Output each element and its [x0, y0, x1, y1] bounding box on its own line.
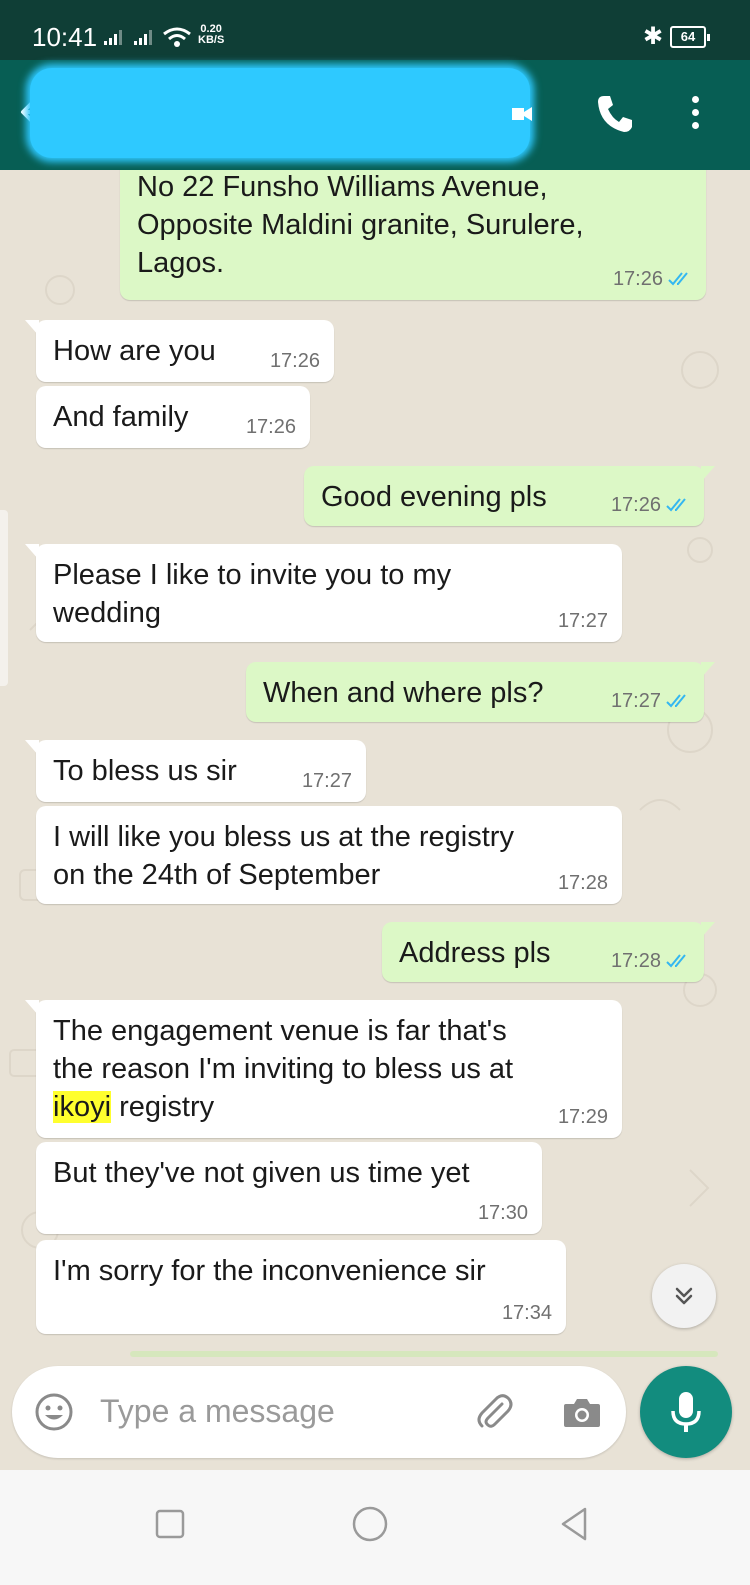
- message-incoming[interactable]: Please I like to invite you to my weddin…: [25, 544, 622, 642]
- partial-message-edge: [130, 1351, 718, 1357]
- message-time: 17:27: [557, 610, 608, 632]
- message-incoming[interactable]: To bless us sir 17:27: [25, 740, 366, 802]
- read-ticks-icon: [668, 272, 688, 286]
- message-incoming[interactable]: How are you 17:26: [25, 320, 334, 382]
- message-incoming[interactable]: But they've not given us time yet 17:30: [36, 1142, 542, 1234]
- message-text: How are you: [53, 335, 216, 367]
- message-text: Address pls: [399, 937, 551, 969]
- system-nav-bar: [0, 1470, 750, 1585]
- message-text: Good evening pls: [321, 481, 547, 513]
- message-text: When and where pls?: [263, 677, 544, 709]
- message-outgoing[interactable]: When and where pls? 17:27: [246, 662, 715, 722]
- message-text-line: the reason I'm inviting to bless us at: [53, 1053, 514, 1085]
- message-incoming[interactable]: I'm sorry for the inconvenience sir 17:3…: [36, 1240, 566, 1334]
- phone-icon[interactable]: [594, 92, 634, 136]
- message-time: 17:29: [557, 1106, 608, 1128]
- message-incoming[interactable]: I will like you bless us at the registry…: [36, 806, 622, 904]
- message-text-line: on the 24th of September: [53, 859, 381, 891]
- network-speed-unit: KB/S: [198, 34, 225, 46]
- message-text-line: Please I like to invite you to my: [53, 559, 452, 591]
- read-ticks-icon: [666, 498, 686, 512]
- message-text-rest: registry: [111, 1091, 215, 1123]
- message-time: 17:26: [610, 494, 661, 516]
- message-text-line: Lagos.: [137, 247, 225, 279]
- message-time: 17:30: [477, 1202, 528, 1224]
- camera-icon[interactable]: [560, 1390, 604, 1434]
- message-text-line: The engagement venue is far that's: [53, 1015, 507, 1047]
- message-outgoing[interactable]: No 22 Funsho Williams Avenue, Opposite M…: [120, 170, 706, 300]
- message-text-line: Opposite Maldini granite, Surulere,: [137, 209, 584, 241]
- contact-name-redacted[interactable]: [30, 68, 530, 158]
- bluetooth-icon: ✱: [643, 23, 664, 50]
- status-bar: 10:41 0.20 KB/S ✱ 64: [0, 0, 750, 60]
- paperclip-icon[interactable]: [472, 1390, 516, 1434]
- message-input[interactable]: Type a message: [100, 1393, 335, 1430]
- message-outgoing[interactable]: Good evening pls 17:26: [304, 466, 715, 526]
- wifi-icon: [163, 27, 191, 47]
- message-text: But they've not given us time yet: [53, 1157, 470, 1189]
- message-text-line: wedding: [53, 597, 162, 629]
- message-text-line: ikoyi registry: [53, 1088, 513, 1126]
- signal-icon: [134, 30, 152, 45]
- read-ticks-icon: [666, 694, 686, 708]
- read-ticks-icon: [666, 954, 686, 968]
- video-call-icon[interactable]: [508, 100, 536, 128]
- chat-area[interactable]: No 22 Funsho Williams Avenue, Opposite M…: [0, 170, 750, 1470]
- voice-message-button[interactable]: [640, 1366, 732, 1458]
- message-time: 17:27: [610, 690, 661, 712]
- battery-icon: 64: [670, 26, 710, 48]
- status-time: 10:41: [32, 22, 98, 52]
- message-time: 17:26: [245, 416, 296, 438]
- square-nav-icon[interactable]: [150, 1504, 190, 1544]
- message-time: 17:28: [610, 950, 661, 972]
- more-vertical-icon[interactable]: [690, 96, 700, 136]
- message-text: To bless us sir: [53, 755, 237, 787]
- message-time: 17:26: [612, 268, 663, 290]
- message-incoming[interactable]: The engagement venue is far that's the r…: [25, 1000, 622, 1138]
- circle-nav-icon[interactable]: [350, 1504, 390, 1544]
- message-input-bar[interactable]: Type a message: [12, 1366, 626, 1458]
- message-outgoing[interactable]: Address pls 17:28: [382, 922, 715, 982]
- scroll-to-bottom-button[interactable]: [652, 1264, 716, 1328]
- message-time: 17:28: [557, 872, 608, 894]
- signal-icon: [104, 30, 122, 45]
- message-time: 17:34: [501, 1302, 552, 1324]
- message-text: I'm sorry for the inconvenience sir: [53, 1255, 486, 1287]
- network-speed: 0.20 KB/S: [198, 24, 224, 46]
- double-chevron-down-icon: [675, 1287, 693, 1305]
- edge-marker: [0, 510, 8, 686]
- triangle-back-nav-icon[interactable]: [555, 1504, 595, 1544]
- message-text-line: I will like you bless us at the registry: [53, 821, 514, 853]
- microphone-icon: [671, 1392, 701, 1432]
- message-text-line: No 22 Funsho Williams Avenue,: [137, 171, 548, 203]
- message-time: 17:27: [301, 770, 352, 792]
- message-incoming[interactable]: And family 17:26: [36, 386, 310, 448]
- highlighted-word: ikoyi: [53, 1091, 112, 1123]
- message-text: And family: [53, 401, 189, 433]
- emoji-icon[interactable]: [34, 1392, 74, 1432]
- message-time: 17:26: [269, 350, 320, 372]
